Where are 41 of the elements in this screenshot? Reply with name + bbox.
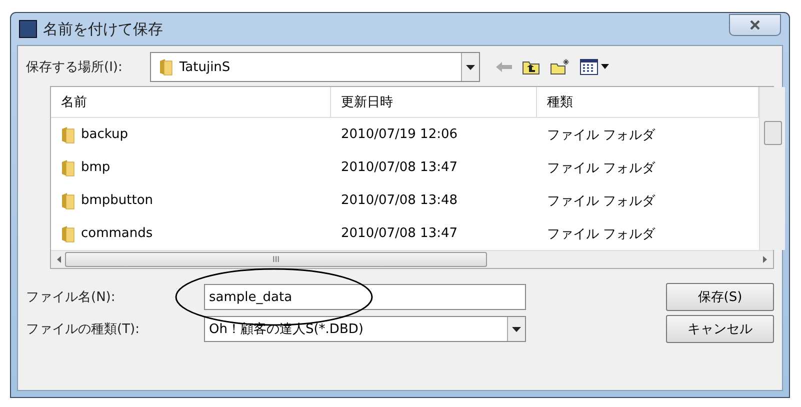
close-icon bbox=[750, 20, 760, 30]
file-list-item[interactable]: backup bbox=[51, 118, 331, 151]
table-cell-text: ファイル フォルダ bbox=[546, 160, 656, 178]
folder-icon bbox=[61, 158, 75, 176]
table-cell-text: 2010/07/08 13:47 bbox=[340, 225, 459, 243]
app-icon bbox=[19, 20, 37, 38]
cancel-button[interactable]: キャンセル bbox=[666, 315, 774, 343]
table-cell-text: ファイル フォルダ bbox=[546, 126, 656, 144]
file-list-item[interactable]: commands bbox=[51, 217, 331, 250]
horizontal-scrollbar[interactable]: III bbox=[51, 250, 773, 268]
dropdown-arrow-icon[interactable] bbox=[512, 326, 521, 332]
folder-icon bbox=[159, 58, 174, 76]
table-cell-text: 2010/07/19 12:06 bbox=[340, 126, 459, 144]
new-folder-icon[interactable] bbox=[550, 59, 570, 75]
scroll-right-icon[interactable] bbox=[763, 256, 767, 263]
up-folder-icon[interactable] bbox=[522, 60, 540, 74]
location-value: TatujinS bbox=[179, 60, 232, 74]
close-button[interactable] bbox=[729, 14, 781, 36]
save-button[interactable]: 保存(S) bbox=[666, 283, 774, 311]
file-name-field[interactable]: sample_data bbox=[204, 284, 526, 310]
table-cell-text: 2010/07/08 13:47 bbox=[340, 159, 459, 177]
folder-icon bbox=[61, 224, 75, 242]
file-list-item[interactable]: bmp bbox=[51, 151, 331, 184]
file-list-item[interactable]: bmpbutton bbox=[51, 184, 331, 217]
location-dropdown[interactable]: TatujinS bbox=[150, 52, 480, 82]
dropdown-arrow-icon[interactable] bbox=[466, 64, 476, 70]
file-name-label: ファイル名(N): bbox=[26, 289, 116, 306]
table-cell-text: ファイル フォルダ bbox=[546, 226, 656, 244]
view-menu-icon[interactable] bbox=[580, 59, 610, 75]
table-cell-text: 2010/07/08 13:48 bbox=[340, 192, 459, 210]
column-header[interactable]: 更新日時 bbox=[331, 87, 537, 118]
window-title: 名前を付けて保存 bbox=[43, 20, 164, 38]
scrollbar-thumb[interactable]: III bbox=[65, 252, 487, 267]
folder-icon bbox=[61, 126, 75, 144]
table-cell-text: ファイル フォルダ bbox=[546, 192, 656, 210]
column-header[interactable]: 名前 bbox=[51, 87, 331, 118]
vertical-scrollbar[interactable] bbox=[759, 87, 785, 250]
location-label: 保存する場所(I): bbox=[26, 59, 122, 76]
folder-icon bbox=[61, 192, 75, 210]
scroll-left-icon[interactable] bbox=[57, 256, 61, 263]
file-type-label: ファイルの種類(T): bbox=[26, 321, 140, 338]
